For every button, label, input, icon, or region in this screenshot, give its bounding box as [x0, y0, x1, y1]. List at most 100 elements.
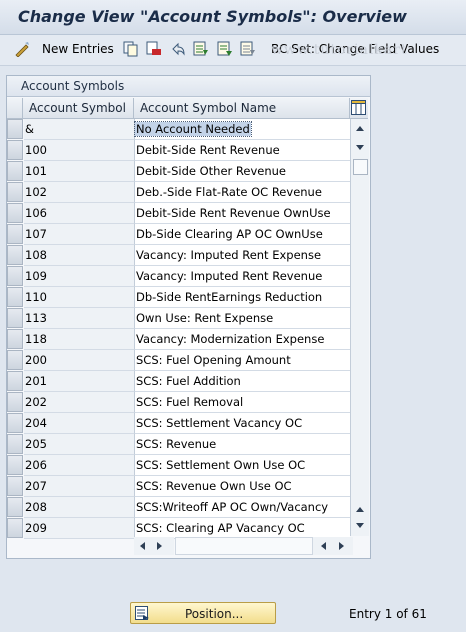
scroll-right-icon[interactable] — [338, 541, 346, 551]
table-row[interactable]: 110 Db-Side RentEarnings Reduction — [7, 287, 350, 308]
account-symbol-name-cell[interactable]: Vacancy: Imputed Rent Revenue — [134, 266, 350, 287]
account-symbol-name-cell[interactable]: Vacancy: Modernization Expense — [134, 329, 350, 350]
new-entries-button[interactable]: New Entries — [42, 40, 114, 58]
row-selector[interactable] — [7, 371, 23, 391]
row-selector[interactable] — [7, 518, 23, 538]
account-symbol-name-cell[interactable]: SCS: Settlement Vacancy OC — [134, 413, 350, 434]
row-selector[interactable] — [7, 413, 23, 433]
scroll-left-icon[interactable] — [319, 541, 327, 551]
account-symbol-name-cell[interactable]: Deb.-Side Flat-Rate OC Revenue — [134, 182, 350, 203]
row-selector[interactable] — [7, 161, 23, 181]
account-symbol-name-cell[interactable]: Db-Side RentEarnings Reduction — [134, 287, 350, 308]
account-symbol-name-cell[interactable]: SCS: Fuel Opening Amount — [134, 350, 350, 371]
account-symbol-name-cell[interactable]: SCS: Revenue — [134, 434, 350, 455]
select-all-icon[interactable] — [193, 41, 209, 57]
account-symbol-name-cell[interactable]: Debit-Side Rent Revenue OwnUse — [134, 203, 350, 224]
table-settings-button[interactable] — [350, 98, 368, 119]
row-selector[interactable] — [7, 455, 23, 475]
account-symbol-cell[interactable]: 109 — [24, 266, 134, 287]
account-symbol-cell[interactable]: 207 — [24, 476, 134, 497]
account-symbol-cell[interactable]: 201 — [24, 371, 134, 392]
table-row[interactable]: & No Account Needed — [7, 119, 350, 140]
table-row[interactable]: 113 Own Use: Rent Expense — [7, 308, 350, 329]
table-row[interactable]: 102 Deb.-Side Flat-Rate OC Revenue — [7, 182, 350, 203]
table-row[interactable]: 109 Vacancy: Imputed Rent Revenue — [7, 266, 350, 287]
account-symbol-name-cell[interactable]: Vacancy: Imputed Rent Expense — [134, 245, 350, 266]
table-row[interactable]: 107 Db-Side Clearing AP OC OwnUse — [7, 224, 350, 245]
row-selector[interactable] — [7, 140, 23, 160]
table-row[interactable]: 201 SCS: Fuel Addition — [7, 371, 350, 392]
table-row[interactable]: 204 SCS: Settlement Vacancy OC — [7, 413, 350, 434]
scroll-thumb[interactable] — [353, 159, 368, 175]
account-symbol-cell[interactable]: 204 — [24, 413, 134, 434]
account-symbol-cell[interactable]: 107 — [24, 224, 134, 245]
scroll-left-icon[interactable] — [138, 541, 146, 551]
scroll-up-icon[interactable] — [355, 124, 365, 132]
account-symbol-name-cell[interactable]: Own Use: Rent Expense — [134, 308, 350, 329]
deselect-all-icon[interactable] — [240, 41, 256, 57]
table-row[interactable]: 101 Debit-Side Other Revenue — [7, 161, 350, 182]
page-down-icon[interactable] — [355, 522, 365, 530]
account-symbol-cell[interactable]: 110 — [24, 287, 134, 308]
horizontal-scroll-track[interactable] — [175, 537, 313, 555]
account-symbol-name-cell[interactable]: SCS: Settlement Own Use OC — [134, 455, 350, 476]
account-symbol-cell[interactable]: 102 — [24, 182, 134, 203]
column-header-account-symbol[interactable]: Account Symbol — [23, 98, 134, 119]
horizontal-scrollbar-left[interactable] — [134, 537, 174, 555]
table-row[interactable]: 202 SCS: Fuel Removal — [7, 392, 350, 413]
select-all-rows-corner[interactable] — [7, 98, 23, 119]
account-symbol-cell[interactable]: & — [24, 119, 134, 140]
row-selector[interactable] — [7, 245, 23, 265]
table-row[interactable]: 209 SCS: Clearing AP Vacancy OC — [7, 518, 350, 539]
row-selector[interactable] — [7, 350, 23, 370]
row-selector[interactable] — [7, 224, 23, 244]
column-header-account-symbol-name[interactable]: Account Symbol Name — [134, 98, 350, 119]
row-selector[interactable] — [7, 434, 23, 454]
row-selector[interactable] — [7, 119, 23, 139]
table-row[interactable]: 108 Vacancy: Imputed Rent Expense — [7, 245, 350, 266]
table-row[interactable]: 206 SCS: Settlement Own Use OC — [7, 455, 350, 476]
account-symbol-cell[interactable]: 113 — [24, 308, 134, 329]
account-symbol-cell[interactable]: 106 — [24, 203, 134, 224]
table-row[interactable]: 200 SCS: Fuel Opening Amount — [7, 350, 350, 371]
table-row[interactable]: 208 SCS:Writeoff AP OC Own/Vacancy — [7, 497, 350, 518]
table-row[interactable]: 100 Debit-Side Rent Revenue — [7, 140, 350, 161]
delete-icon[interactable] — [146, 41, 162, 57]
copy-icon[interactable] — [123, 41, 139, 57]
table-row[interactable]: 207 SCS: Revenue Own Use OC — [7, 476, 350, 497]
account-symbol-cell[interactable]: 205 — [24, 434, 134, 455]
account-symbol-cell[interactable]: 202 — [24, 392, 134, 413]
row-selector[interactable] — [7, 308, 23, 328]
account-symbol-name-cell[interactable]: Debit-Side Other Revenue — [134, 161, 350, 182]
account-symbol-cell[interactable]: 118 — [24, 329, 134, 350]
vertical-scrollbar[interactable] — [350, 119, 369, 536]
account-symbol-cell[interactable]: 206 — [24, 455, 134, 476]
account-symbol-name-cell[interactable]: SCS: Fuel Removal — [134, 392, 350, 413]
account-symbol-name-cell[interactable]: No Account Needed — [134, 119, 350, 140]
account-symbol-name-cell[interactable]: SCS: Fuel Addition — [134, 371, 350, 392]
row-selector[interactable] — [7, 392, 23, 412]
row-selector[interactable] — [7, 182, 23, 202]
display-change-icon[interactable] — [14, 41, 30, 57]
row-selector[interactable] — [7, 329, 23, 349]
row-selector[interactable] — [7, 203, 23, 223]
row-selector[interactable] — [7, 476, 23, 496]
table-row[interactable]: 118 Vacancy: Modernization Expense — [7, 329, 350, 350]
row-selector[interactable] — [7, 266, 23, 286]
table-row[interactable]: 106 Debit-Side Rent Revenue OwnUse — [7, 203, 350, 224]
account-symbol-name-cell[interactable]: SCS: Clearing AP Vacancy OC — [134, 518, 350, 539]
account-symbol-cell[interactable]: 209 — [24, 518, 134, 539]
account-symbol-name-cell[interactable]: Db-Side Clearing AP OC OwnUse — [134, 224, 350, 245]
account-symbol-name-cell[interactable]: Debit-Side Rent Revenue — [134, 140, 350, 161]
position-button[interactable]: Position... — [130, 602, 276, 624]
select-block-icon[interactable] — [217, 41, 233, 57]
account-symbol-name-cell[interactable]: SCS:Writeoff AP OC Own/Vacancy — [134, 497, 350, 518]
account-symbol-cell[interactable]: 200 — [24, 350, 134, 371]
page-up-icon[interactable] — [355, 505, 365, 513]
account-symbol-cell[interactable]: 100 — [24, 140, 134, 161]
undo-icon[interactable] — [170, 41, 186, 57]
row-selector[interactable] — [7, 497, 23, 517]
account-symbol-cell[interactable]: 208 — [24, 497, 134, 518]
account-symbol-cell[interactable]: 108 — [24, 245, 134, 266]
account-symbol-name-cell[interactable]: SCS: Revenue Own Use OC — [134, 476, 350, 497]
